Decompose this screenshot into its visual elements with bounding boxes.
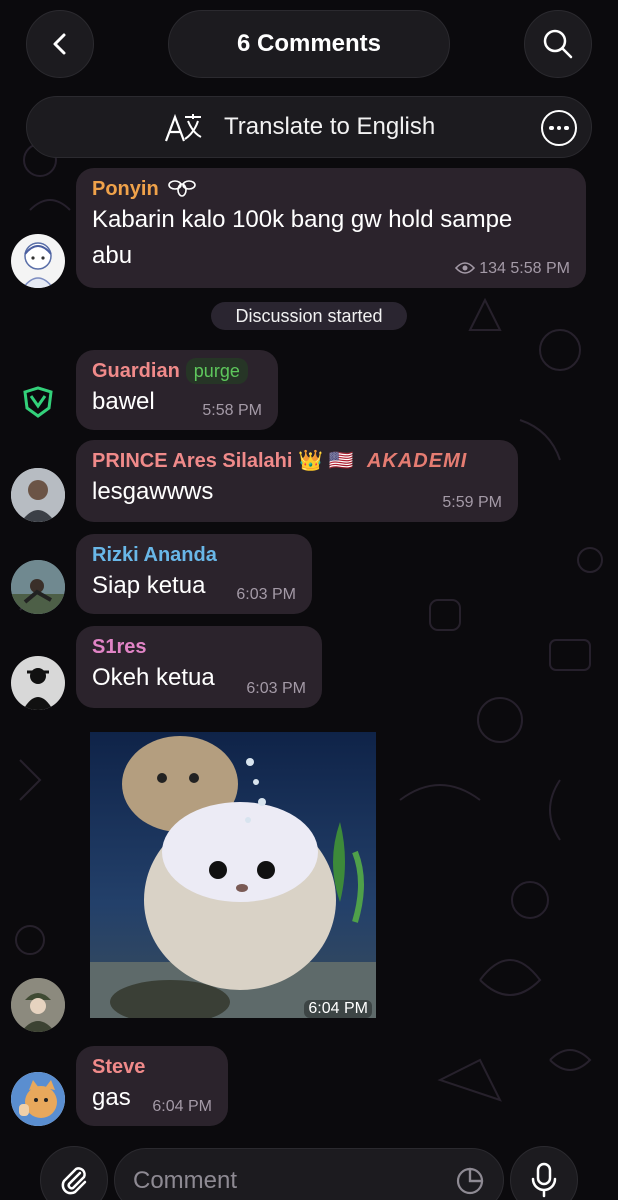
message-time: 6:04 PM	[152, 1098, 212, 1115]
media-message[interactable]: 6:04 PM	[90, 732, 376, 1018]
person-avatar-icon	[11, 656, 65, 710]
message-bubble[interactable]: PRINCE Ares Silalahi 👑 🇺🇸 AKADEMI lesgaw…	[76, 440, 518, 522]
message-bubble[interactable]: Ponyin Kabarin kalo 100k bang gw hold sa…	[76, 168, 586, 288]
message-text: lesgawwws	[92, 478, 214, 505]
microphone-icon	[531, 1162, 557, 1198]
paperclip-icon	[61, 1167, 87, 1195]
message-time: 5:58 PM	[202, 402, 262, 419]
person-avatar-icon	[11, 978, 65, 1032]
guardian-logo-icon	[23, 386, 53, 418]
avatar[interactable]	[11, 376, 65, 430]
message-time: 5:59 PM	[442, 494, 502, 511]
sender-name: Ponyin	[92, 176, 570, 202]
message-bubble[interactable]: Steve gas 6:04 PM	[76, 1046, 228, 1126]
more-icon-dot	[549, 125, 554, 131]
voice-message-button[interactable]	[510, 1146, 578, 1200]
chevron-left-icon	[53, 33, 66, 55]
eye-icon	[454, 262, 475, 274]
gif-image	[90, 732, 376, 1018]
person-avatar-icon	[11, 468, 65, 522]
message-time: 6:03 PM	[236, 586, 296, 603]
comment-input[interactable]	[133, 1163, 443, 1199]
avatar[interactable]	[11, 978, 65, 1032]
message-bubble[interactable]: S1res Okeh ketua 6:03 PM	[76, 626, 322, 708]
message-time: 6:03 PM	[246, 680, 306, 697]
more-button[interactable]	[541, 110, 577, 146]
search-button[interactable]	[524, 10, 592, 78]
page-title: 6 Comments	[168, 10, 450, 78]
message-meta: 134 5:58 PM	[454, 260, 570, 278]
sender-name: Rizki Ananda	[92, 544, 217, 566]
message-bubble[interactable]: Guardian purge bawel 5:58 PM	[76, 350, 278, 430]
member-tag: purge	[185, 358, 248, 384]
cat-avatar-icon	[11, 1072, 65, 1126]
message-time: 6:04 PM	[304, 1000, 372, 1018]
emoji-badges: 👑 🇺🇸	[298, 450, 354, 472]
person-avatar-icon	[11, 560, 65, 614]
anime-avatar-icon	[22, 242, 54, 288]
sticker-icon[interactable]	[455, 1166, 485, 1196]
avatar[interactable]	[11, 1072, 65, 1126]
avatar[interactable]	[11, 234, 65, 288]
translate-icon	[164, 113, 202, 142]
fly-icon	[168, 180, 197, 197]
comment-field[interactable]	[114, 1148, 504, 1200]
more-icon-dot	[564, 125, 569, 131]
avatar[interactable]	[11, 560, 65, 614]
group-tag: AKADEMI	[366, 450, 468, 472]
avatar[interactable]	[11, 656, 65, 710]
back-button[interactable]	[26, 10, 94, 78]
attach-button[interactable]	[40, 1146, 108, 1200]
sender-name: PRINCE Ares Silalahi 👑 🇺🇸 AKADEMI	[92, 450, 468, 472]
search-icon	[543, 29, 573, 59]
translate-bar[interactable]: Translate to English	[26, 96, 592, 158]
more-icon-dot	[556, 125, 562, 131]
sender-name: S1res	[92, 636, 147, 658]
sender-name: Guardian purge	[92, 358, 262, 384]
translate-label: Translate to English	[224, 113, 436, 140]
sender-name: Steve	[92, 1056, 146, 1078]
avatar[interactable]	[11, 468, 65, 522]
message-bubble[interactable]: Rizki Ananda Siap ketua 6:03 PM	[76, 534, 312, 614]
service-message: Discussion started	[211, 302, 407, 330]
